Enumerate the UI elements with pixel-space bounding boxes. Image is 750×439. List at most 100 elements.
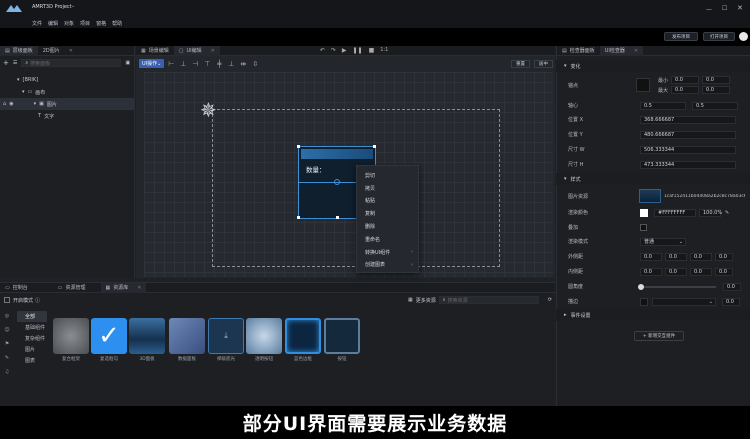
eyedropper-icon[interactable]: ✎ [725, 210, 729, 216]
inner-margin-1[interactable]: 0.0 [640, 267, 662, 276]
pos-x-input[interactable]: 368.666687 [640, 115, 736, 124]
flag-icon[interactable]: ⚑ [5, 341, 9, 347]
resize-handle-tr[interactable] [373, 145, 376, 148]
collapse-icon[interactable]: ▣ [125, 60, 130, 66]
tree-item-root[interactable]: ▾ [BRIK] [0, 74, 134, 86]
border-select[interactable]: ⌄ [652, 297, 716, 306]
avatar[interactable] [739, 32, 748, 41]
rounded-input[interactable]: 0.0 [723, 282, 741, 291]
eye-icon[interactable]: ◉ [9, 101, 13, 107]
maximize-icon[interactable]: ☐ [722, 5, 727, 12]
resize-handle-bm[interactable] [336, 216, 339, 219]
anchor-max-y[interactable]: 0.0 [702, 86, 731, 94]
menu-item-create-chart[interactable]: 创建图表 › [357, 259, 418, 272]
menu-file[interactable]: 文件 [32, 20, 42, 27]
menu-item-paste[interactable]: 粘贴 [357, 195, 418, 208]
pivot-x-input[interactable]: 0.5 [640, 101, 686, 110]
menu-window[interactable]: 窗格 [96, 20, 106, 27]
tab-scene-editor[interactable]: ▦ 场景编辑 [136, 46, 174, 56]
close-icon[interactable]: ✕ [634, 48, 638, 54]
section-transform[interactable]: ▾ 变化 [556, 60, 750, 72]
close-icon[interactable]: ✕ [737, 4, 743, 12]
menu-object[interactable]: 对象 [64, 20, 74, 27]
open-project-button[interactable]: 打开项目 [703, 32, 735, 41]
tab-console[interactable]: ▭ 控制台 [0, 283, 33, 293]
pause-icon[interactable]: ❚❚ [353, 47, 363, 54]
resize-handle-bl[interactable] [297, 216, 300, 219]
section-events[interactable]: ▸ 事件设置 [556, 309, 750, 321]
filter-icon[interactable]: ☰ [13, 60, 17, 66]
hierarchy-search-input[interactable]: ⌕ 搜索面板 [21, 59, 122, 67]
zoom-level[interactable]: 1:1 [380, 47, 388, 54]
add-event-button[interactable]: + 新增交互组件 [634, 331, 684, 341]
menu-item-delete[interactable]: 删除 [357, 220, 418, 233]
inner-margin-2[interactable]: 0.0 [665, 267, 687, 276]
size-h-input[interactable]: 473.333344 [640, 160, 736, 169]
align-hcenter-icon[interactable]: ⊥ [178, 59, 188, 69]
reset-button[interactable]: 重置 [511, 59, 530, 68]
ui-canvas[interactable]: ✵ 数量： [144, 72, 553, 277]
minimize-icon[interactable]: — [706, 6, 712, 13]
user-icon[interactable]: ☺ [4, 327, 9, 333]
tab-ui-inspector[interactable]: UI检查器 ✕ [599, 46, 644, 56]
image-resource-id[interactable]: 1caf152411b04408a2b2c8c78a03c62 [664, 194, 745, 199]
layout-mode-checkbox[interactable] [4, 297, 10, 303]
render-mode-select[interactable]: 普通 ⌄ [640, 237, 686, 246]
lock-icon[interactable]: ⌂ [3, 101, 6, 107]
inner-margin-3[interactable]: 0.0 [690, 267, 712, 276]
anchor-max-x[interactable]: 0.0 [671, 86, 700, 94]
refresh-icon[interactable]: ⟳ [548, 297, 552, 303]
menu-item-duplicate[interactable]: 复制 [357, 207, 418, 220]
globe-icon[interactable]: ◎ [5, 313, 9, 319]
asset-thumb[interactable] [53, 318, 89, 354]
asset-thumb[interactable] [285, 318, 321, 354]
undo-icon[interactable]: ↶ [320, 47, 325, 54]
project-name[interactable]: AMRT3D Project [32, 4, 72, 10]
align-right-icon[interactable]: ⊣ [190, 59, 200, 69]
distribute-h-icon[interactable]: ⇹ [238, 59, 248, 69]
align-bottom-icon[interactable]: ⊥ [226, 59, 236, 69]
anchor-min-x[interactable]: 0.0 [671, 76, 700, 84]
pivot-handle[interactable] [334, 179, 340, 185]
menu-item-convert-ui[interactable]: 转换UI组件 › [357, 246, 418, 259]
close-icon[interactable]: ✕ [137, 285, 141, 291]
tab-hierarchy[interactable]: ▤ 层级面板 [0, 46, 38, 56]
tab-ui-editor[interactable]: ▢ UI编辑 ✕ [173, 46, 220, 56]
outer-margin-4[interactable]: 0.0 [715, 252, 733, 261]
menu-edit[interactable]: 编辑 [48, 20, 58, 27]
rounded-slider[interactable] [638, 283, 716, 290]
align-left-icon[interactable]: ⊢ [166, 59, 176, 69]
asset-thumb[interactable] [324, 318, 360, 354]
overlay-checkbox[interactable] [640, 224, 647, 231]
tint-swatch[interactable] [640, 208, 648, 217]
category-complex[interactable]: 复杂组件 [17, 333, 47, 344]
download-icon[interactable]: ⤓ [208, 318, 244, 354]
tab-inspector[interactable]: ▤ 检查器面板 [557, 46, 600, 56]
pivot-y-input[interactable]: 0.5 [692, 101, 738, 110]
stop-icon[interactable]: ■ [369, 47, 375, 54]
brush-icon[interactable]: ✎ [5, 355, 9, 361]
redo-icon[interactable]: ↷ [331, 47, 336, 54]
sun-light-icon[interactable]: ✵ [200, 98, 217, 122]
outer-margin-1[interactable]: 0.0 [640, 252, 662, 261]
resize-handle-tl[interactable] [297, 145, 300, 148]
inner-margin-4[interactable]: 0.0 [715, 267, 733, 276]
tree-item-canvas[interactable]: ▾ ▭ 画布 [0, 86, 134, 98]
asset-thumb[interactable] [169, 318, 205, 354]
library-search-input[interactable]: ⌕ 搜索资源 [438, 296, 539, 304]
menu-item-cut[interactable]: 剪切 [357, 169, 418, 182]
distribute-v-icon[interactable]: ⇳ [250, 59, 260, 69]
center-button[interactable]: 居中 [534, 59, 553, 68]
tab-asset-manager[interactable]: ▭ 资源管理 [53, 283, 91, 293]
tint-hex-input[interactable]: #FFFFFFFF [654, 208, 696, 217]
category-basic[interactable]: 基础组件 [17, 322, 47, 333]
close-icon[interactable]: ✕ [211, 48, 215, 54]
section-style[interactable]: ▾ 样式 [556, 173, 750, 185]
music-icon[interactable]: ♫ [5, 369, 9, 375]
add-icon[interactable]: + [3, 59, 9, 67]
publish-button[interactable]: 发布项目 [664, 32, 698, 41]
slider-knob[interactable] [638, 283, 644, 290]
anchor-preset[interactable] [636, 78, 650, 92]
more-resources-link[interactable]: 更多资源 [416, 297, 436, 304]
checkbox-asset-icon[interactable]: ✓ [91, 318, 127, 354]
